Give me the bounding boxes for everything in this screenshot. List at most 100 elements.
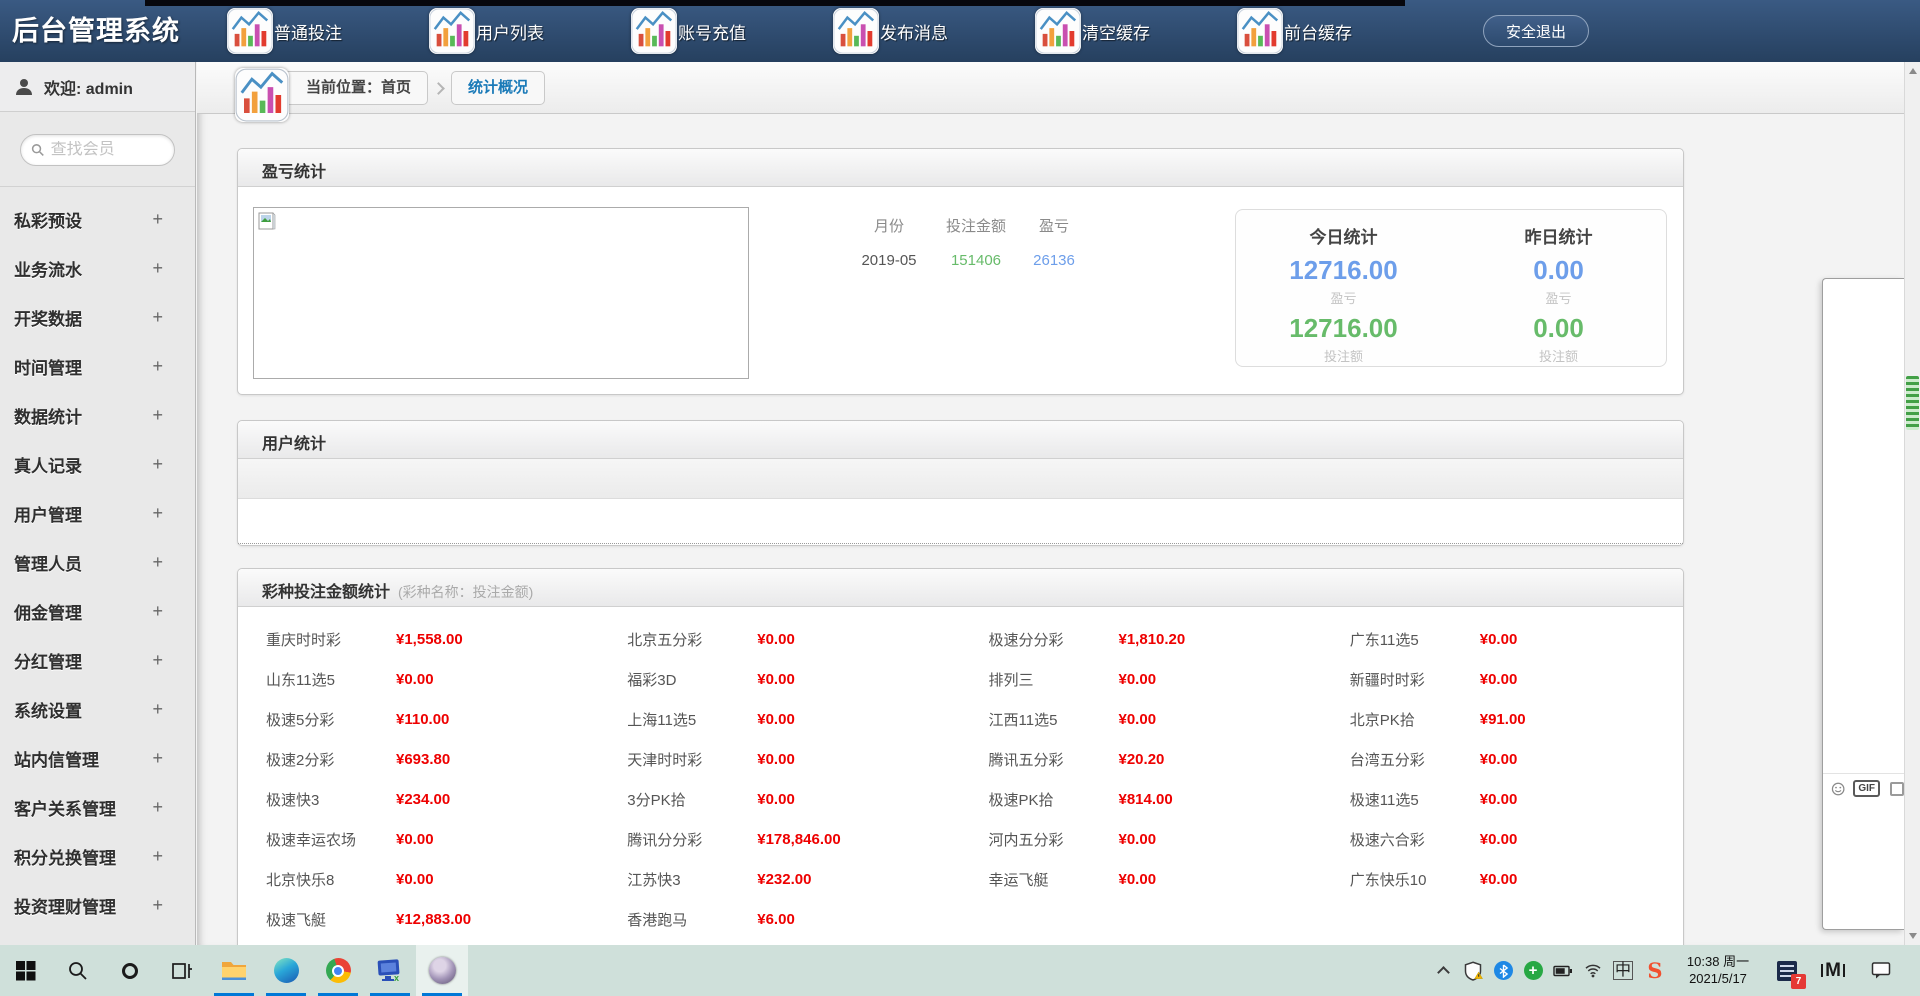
expand-plus-icon[interactable]: +: [152, 209, 163, 230]
start-button[interactable]: [0, 945, 52, 996]
sidebar-item[interactable]: 系统设置 +: [0, 685, 195, 734]
windows-logo-icon: [16, 961, 36, 981]
sidebar-item[interactable]: 分红管理 +: [0, 636, 195, 685]
lottery-name: 极速飞艇: [266, 909, 396, 930]
lottery-name: 广东11选5: [1350, 629, 1480, 650]
edge-button[interactable]: [260, 945, 312, 996]
expand-plus-icon[interactable]: +: [152, 552, 163, 573]
sidebar-item[interactable]: 业务流水 +: [0, 244, 195, 293]
lottery-item: 山东11选5 ¥0.00: [238, 659, 599, 699]
topnav-item[interactable]: 账号充值: [631, 0, 833, 62]
task-view-button[interactable]: [156, 945, 208, 996]
lottery-amount: ¥0.00: [396, 831, 434, 848]
security-shield-button[interactable]: [1458, 945, 1488, 996]
lottery-amount: ¥0.00: [1119, 711, 1157, 728]
sidebar-item[interactable]: 佣金管理 +: [0, 587, 195, 636]
lottery-item: 排列三 ¥0.00: [961, 659, 1322, 699]
antivirus-button[interactable]: +: [1518, 945, 1548, 996]
taskbar-search-button[interactable]: [52, 945, 104, 996]
lottery-grid: 重庆时时彩 ¥1,558.00 北京五分彩 ¥0.00 极速分分彩 ¥1,810…: [238, 607, 1683, 939]
member-search-input[interactable]: [51, 141, 164, 159]
scrollbar-thumb[interactable]: [1906, 376, 1919, 430]
sidebar-item[interactable]: 私彩预设 +: [0, 195, 195, 244]
remote-desktop-button[interactable]: x: [364, 945, 416, 996]
scrollbar-vertical[interactable]: [1904, 62, 1920, 945]
expand-plus-icon[interactable]: +: [152, 601, 163, 622]
breadcrumb-bar: 当前位置：首页 统计概况: [197, 62, 1904, 114]
taskbar-clock[interactable]: 10:38 周一 2021/5/17: [1672, 954, 1764, 988]
expand-plus-icon[interactable]: +: [152, 797, 163, 818]
topnav-item[interactable]: 普通投注: [227, 0, 429, 62]
sidebar-item[interactable]: 时间管理 +: [0, 342, 195, 391]
yesterday-profit-label: 盈亏: [1451, 288, 1666, 307]
lottery-item: 极速分分彩 ¥1,810.20: [961, 619, 1322, 659]
chat-toolbar: GIF: [1823, 773, 1904, 803]
im-app-icon: M: [1825, 960, 1841, 982]
topnav-item[interactable]: 用户列表: [429, 0, 631, 62]
screenshot-icon[interactable]: [1890, 782, 1904, 796]
lottery-amount: ¥110.00: [396, 711, 449, 728]
scroll-down-arrow[interactable]: [1909, 933, 1917, 939]
scroll-up-arrow[interactable]: [1909, 68, 1917, 74]
lottery-name: 山东11选5: [266, 669, 396, 690]
im-app-button[interactable]: M: [1810, 945, 1856, 996]
panel-title: 盈亏统计: [262, 158, 326, 182]
monthly-profit-table: 月份 投注金额 盈亏 2019-05 151406 26136: [850, 215, 1084, 269]
expand-plus-icon[interactable]: +: [152, 650, 163, 671]
sidebar-item[interactable]: 客户关系管理 +: [0, 783, 195, 832]
breadcrumb-current[interactable]: 统计概况: [451, 71, 545, 105]
sidebar-item[interactable]: 站内信管理 +: [0, 734, 195, 783]
emoji-icon[interactable]: [1831, 779, 1845, 799]
chrome-icon: [326, 958, 351, 983]
sidebar-item[interactable]: 投资理财管理 +: [0, 881, 195, 930]
lottery-item: 极速2分彩 ¥693.80: [238, 739, 599, 779]
sidebar-item[interactable]: 开奖数据 +: [0, 293, 195, 342]
sidebar-item[interactable]: 真人记录 +: [0, 440, 195, 489]
logout-button[interactable]: 安全退出: [1483, 15, 1589, 47]
expand-plus-icon[interactable]: +: [152, 503, 163, 524]
expand-plus-icon[interactable]: +: [152, 405, 163, 426]
topnav-item[interactable]: 发布消息: [833, 0, 1035, 62]
lottery-name: 上海11选5: [627, 709, 757, 730]
notification-app-button[interactable]: 7: [1764, 945, 1810, 996]
bluetooth-icon: [1494, 961, 1513, 980]
battery-button[interactable]: [1548, 945, 1578, 996]
sidebar-item[interactable]: 数据统计 +: [0, 391, 195, 440]
expand-plus-icon[interactable]: +: [152, 307, 163, 328]
app-title: 后台管理系统: [12, 0, 180, 62]
windows-taskbar: x +: [0, 945, 1920, 996]
expand-plus-icon[interactable]: +: [152, 895, 163, 916]
edge-icon: [274, 958, 299, 983]
sidebar-item[interactable]: 用户管理 +: [0, 489, 195, 538]
sogou-button[interactable]: S: [1638, 945, 1672, 996]
gif-button[interactable]: GIF: [1853, 780, 1880, 797]
member-search-box[interactable]: [20, 134, 175, 166]
expand-plus-icon[interactable]: +: [152, 748, 163, 769]
bluetooth-button[interactable]: [1488, 945, 1518, 996]
sidebar-item[interactable]: 管理人员 +: [0, 538, 195, 587]
tray-expand-button[interactable]: [1428, 945, 1458, 996]
expand-plus-icon[interactable]: +: [152, 846, 163, 867]
wifi-button[interactable]: [1578, 945, 1608, 996]
cortana-button[interactable]: [104, 945, 156, 996]
action-center-button[interactable]: [1856, 945, 1906, 996]
topnav-item[interactable]: 清空缓存: [1035, 0, 1237, 62]
lottery-amount: ¥814.00: [1119, 791, 1173, 808]
sidebar-item[interactable]: 积分兑换管理 +: [0, 832, 195, 881]
lottery-item: 极速飞艇 ¥12,883.00: [238, 899, 599, 939]
expand-plus-icon[interactable]: +: [152, 454, 163, 475]
expand-plus-icon[interactable]: +: [152, 258, 163, 279]
ime-indicator[interactable]: 中: [1608, 945, 1638, 996]
yesterday-profit-value: 0.00: [1451, 255, 1666, 286]
active-app-avatar-button[interactable]: [416, 945, 468, 996]
expand-plus-icon[interactable]: +: [152, 356, 163, 377]
file-explorer-button[interactable]: [208, 945, 260, 996]
expand-plus-icon[interactable]: +: [152, 699, 163, 720]
lottery-amount: ¥6.00: [757, 911, 795, 928]
chrome-button[interactable]: [312, 945, 364, 996]
chart-icon: [1035, 8, 1081, 54]
lottery-amount: ¥0.00: [757, 671, 795, 688]
chat-window[interactable]: GIF: [1822, 278, 1904, 930]
lottery-amount: ¥1,810.20: [1119, 631, 1186, 648]
topnav-item[interactable]: 前台缓存: [1237, 0, 1439, 62]
